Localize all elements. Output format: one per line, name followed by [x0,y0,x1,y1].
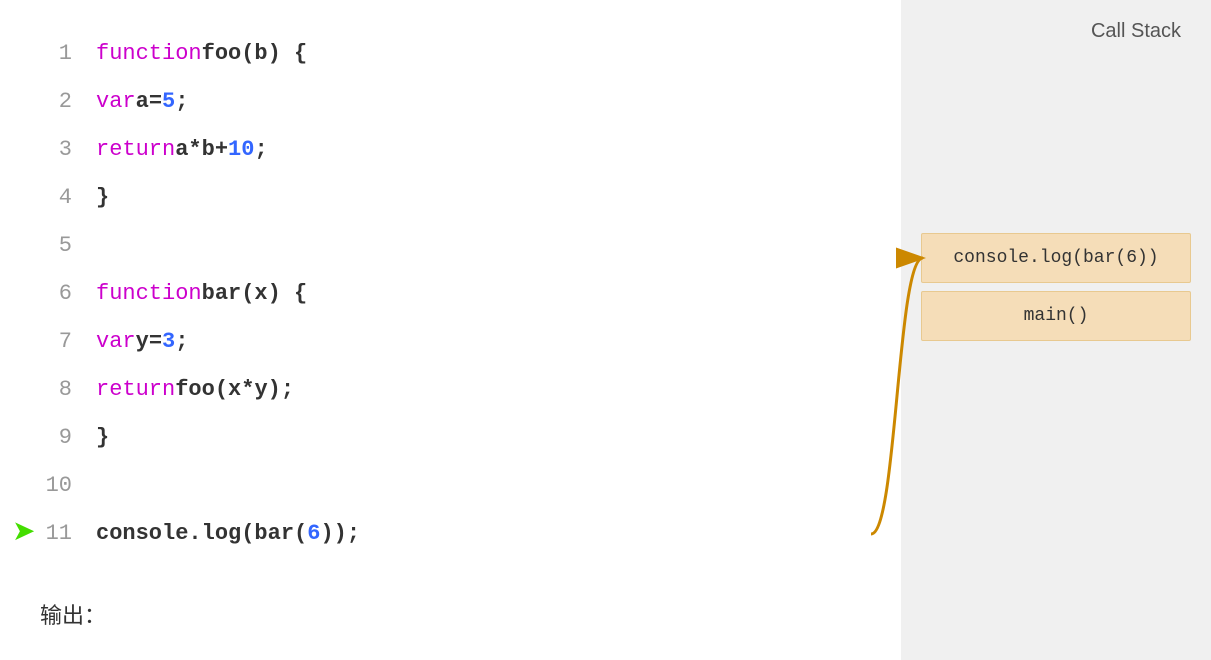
callstack-panel: Call Stack console.log(bar(6)) main() [901,0,1211,660]
code-token: return [96,366,175,414]
code-token: foo(b) { [202,30,308,78]
code-line: 4} [40,174,881,222]
code-line: 6 function bar(x) { [40,270,881,318]
code-token: a [175,126,188,174]
code-token: ; [175,318,188,366]
code-token: var [96,318,136,366]
line-content: } [96,414,109,462]
code-token: console.log(bar( [96,510,307,558]
code-token: foo(x [175,366,241,414]
code-token: + [215,126,228,174]
line-number: 1 [40,30,72,78]
code-token: y); [254,366,294,414]
code-line: 2 var a = 5; [40,78,881,126]
current-line-arrow: ➤ [12,520,35,548]
line-content: function foo(b) { [96,30,307,78]
code-token: ; [254,126,267,174]
code-token: 10 [228,126,254,174]
code-area: 1function foo(b) {2 var a = 5;3 return a… [0,0,901,660]
code-token: var [96,78,136,126]
callstack-items: console.log(bar(6)) main() [921,233,1191,341]
code-token: = [149,78,162,126]
line-content: function bar(x) { [96,270,307,318]
line-number: 11 [40,510,72,558]
code-token: function [96,30,202,78]
line-number: 9 [40,414,72,462]
callstack-title: Call Stack [1091,20,1181,43]
code-line: 9} [40,414,881,462]
code-token: } [96,414,109,462]
callstack-item: console.log(bar(6)) [921,233,1191,283]
code-line: 5 [40,222,881,270]
line-number: 5 [40,222,72,270]
code-token: b [202,126,215,174]
code-token: * [188,126,201,174]
code-token: 5 [162,78,175,126]
line-number: 4 [40,174,72,222]
code-token: function [96,270,202,318]
line-content: return foo(x * y); [96,366,294,414]
code-line: 7 var y = 3; [40,318,881,366]
line-number: 6 [40,270,72,318]
code-token: } [96,174,109,222]
line-number: 7 [40,318,72,366]
line-number: 10 [40,462,72,510]
code-token: y [136,318,149,366]
code-token: bar(x) { [202,270,308,318]
output-label: 输出： [40,598,881,630]
line-number: 3 [40,126,72,174]
code-line: ➤11console.log(bar(6)); [40,510,881,558]
code-token: )); [320,510,360,558]
line-content: var a = 5; [96,78,188,126]
line-content: return a * b + 10; [96,126,268,174]
line-number: 2 [40,78,72,126]
line-content: } [96,174,109,222]
line-content: console.log(bar(6)); [96,510,360,558]
code-token: return [96,126,175,174]
code-token: a [136,78,149,126]
code-line: 3 return a * b + 10; [40,126,881,174]
code-token: 3 [162,318,175,366]
code-token: 6 [307,510,320,558]
code-line: 10 [40,462,881,510]
code-token: ; [175,78,188,126]
code-line: 1 function foo(b) { [40,30,881,78]
code-block: 1function foo(b) {2 var a = 5;3 return a… [40,30,881,558]
code-token: = [149,318,162,366]
line-number: 8 [40,366,72,414]
code-line: 8 return foo(x * y); [40,366,881,414]
callstack-item: main() [921,291,1191,341]
line-content: var y = 3; [96,318,188,366]
code-token: * [241,366,254,414]
